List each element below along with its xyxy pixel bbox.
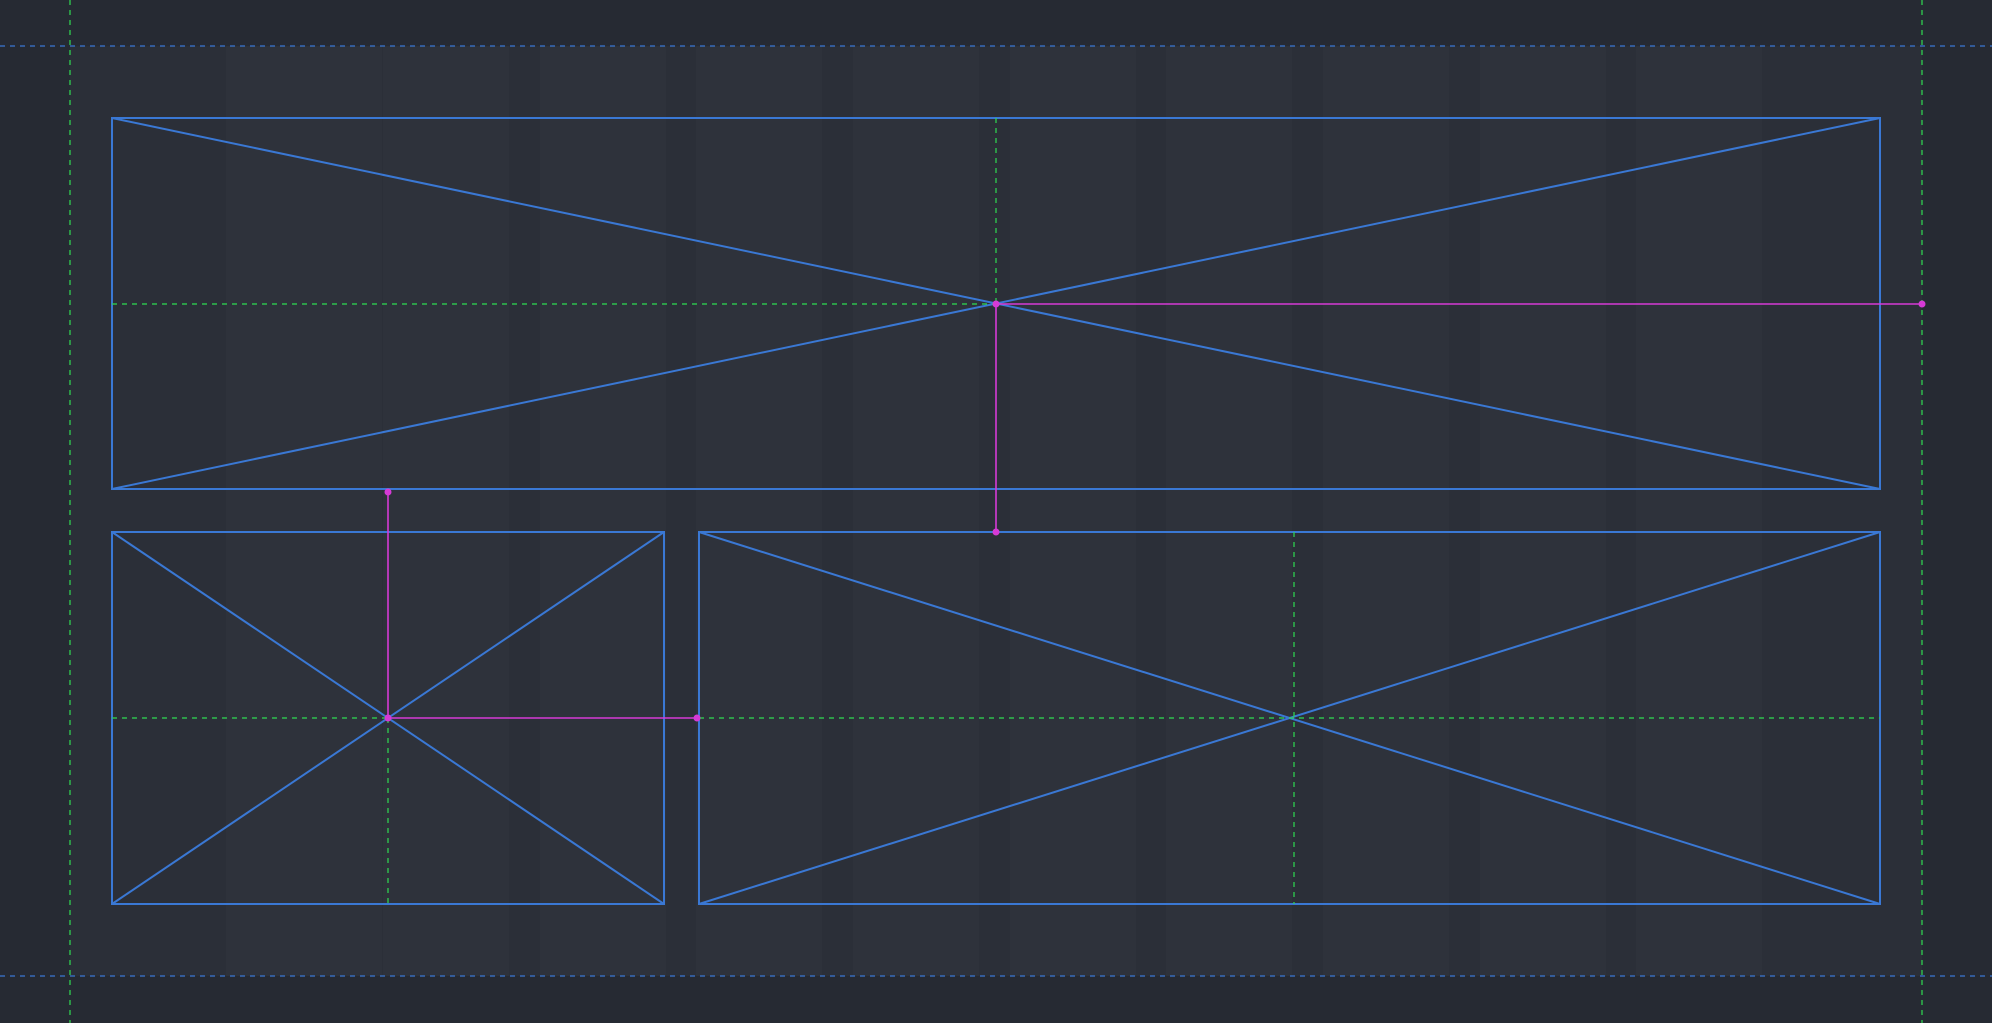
grid-column xyxy=(1010,46,1136,976)
measure-endpoint xyxy=(992,528,1000,536)
grid-column xyxy=(540,46,666,976)
grid-column xyxy=(1636,46,1762,976)
measure-endpoint xyxy=(693,714,701,722)
grid-column xyxy=(1166,46,1292,976)
grid-column xyxy=(696,46,822,976)
grid-column xyxy=(1323,46,1449,976)
layout-canvas xyxy=(0,0,1992,1023)
grid-column xyxy=(226,46,382,976)
measure-endpoint xyxy=(384,488,392,496)
grid-column xyxy=(383,46,509,976)
grid-column xyxy=(1480,46,1606,976)
measure-endpoint xyxy=(1918,300,1926,308)
measure-endpoint xyxy=(384,714,392,722)
